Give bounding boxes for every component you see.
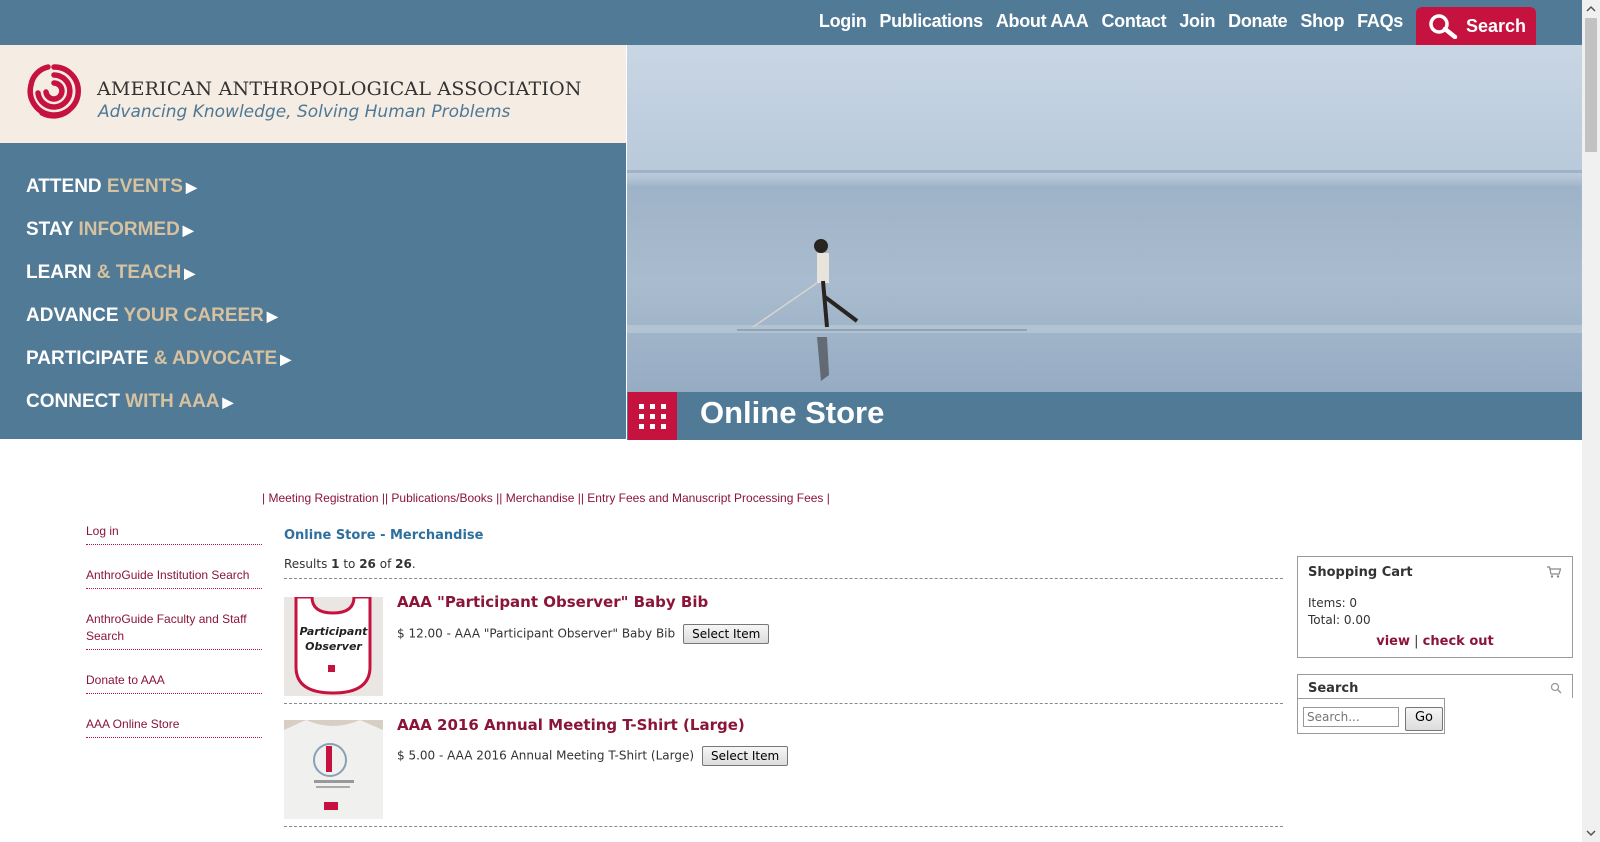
- search-form: Go: [1297, 698, 1445, 734]
- menu-item-accent: YOUR CAREER: [118, 305, 264, 326]
- menu-item-participate-advocate[interactable]: PARTICIPATE & ADVOCATE ▶: [26, 348, 291, 370]
- triangle-right-icon: ▶: [266, 308, 278, 324]
- nav-join-link[interactable]: Join: [1179, 11, 1215, 32]
- cart-separator: |: [1410, 634, 1423, 649]
- menu-item-connect[interactable]: CONNECT WITH AAA ▶: [26, 391, 233, 413]
- nav-publications-link[interactable]: Publications: [879, 11, 983, 32]
- cart-title: Shopping Cart: [1308, 565, 1413, 580]
- product-price-text: $ 12.00 - AAA "Participant Observer" Bab…: [397, 626, 676, 641]
- divider: [284, 826, 1283, 827]
- menu-item-main: ATTEND: [26, 176, 102, 197]
- results-to-word: to: [339, 557, 360, 571]
- scroll-down-arrow-icon[interactable]: [1582, 824, 1600, 842]
- page: Login Publications About AAA Contact Joi…: [0, 0, 1582, 842]
- sidebar-online-store-link[interactable]: AAA Online Store: [86, 716, 262, 738]
- nav-contact-link[interactable]: Contact: [1101, 11, 1166, 32]
- select-item-button[interactable]: Select Item: [683, 624, 770, 644]
- menu-item-accent: & TEACH: [91, 262, 182, 283]
- cart-total: Total: 0.00: [1308, 613, 1371, 627]
- search-icon: [1550, 682, 1562, 694]
- aaa-spiral-logo-icon: [27, 64, 81, 119]
- search-panel: Search: [1297, 674, 1573, 698]
- search-input[interactable]: [1303, 707, 1399, 727]
- cart-actions: view | check out: [1298, 634, 1572, 649]
- top-search-button[interactable]: Search: [1416, 7, 1536, 45]
- sidebar-faculty-search-link[interactable]: AnthroGuide Faculty and Staff Search: [86, 611, 262, 650]
- page-title: Online Store: [700, 395, 885, 430]
- vertical-scrollbar[interactable]: [1582, 0, 1600, 842]
- hero-photo: [627, 45, 1582, 440]
- logo-block[interactable]: AMERICAN ANTHROPOLOGICAL ASSOCIATION Adv…: [0, 45, 626, 143]
- cart-checkout-link[interactable]: check out: [1423, 634, 1494, 649]
- menu-item-main: CONNECT: [26, 391, 120, 412]
- scroll-up-arrow-icon[interactable]: [1582, 0, 1600, 18]
- logo-tagline: Advancing Knowledge, Solving Human Probl…: [98, 102, 511, 122]
- divider: [284, 703, 1283, 704]
- cart-icon[interactable]: [1546, 565, 1562, 579]
- results-from: 1: [331, 557, 340, 571]
- results-suffix: .: [411, 557, 416, 571]
- nav-login-link[interactable]: Login: [819, 11, 867, 32]
- nav-about-link[interactable]: About AAA: [996, 11, 1089, 32]
- menu-item-stay-informed[interactable]: STAY INFORMED ▶: [26, 219, 194, 241]
- section-heading: Online Store - Merchandise: [284, 528, 484, 543]
- triangle-right-icon: ▶: [280, 351, 292, 367]
- main-menu: ATTEND EVENTS ▶ STAY INFORMED ▶ LEARN & TE…: [0, 143, 626, 439]
- search-go-button[interactable]: Go: [1405, 707, 1443, 731]
- nav-donate-link[interactable]: Donate: [1228, 11, 1288, 32]
- menu-item-main: STAY: [26, 219, 74, 240]
- product-image-baby-bib[interactable]: Participant Observer: [284, 597, 383, 696]
- menu-item-accent: INFORMED: [73, 219, 180, 240]
- menu-item-main: ADVANCE: [26, 305, 119, 326]
- sidebar-login-link[interactable]: Log in: [86, 523, 262, 545]
- product-image-tshirt[interactable]: [284, 720, 383, 819]
- product-title-link[interactable]: AAA "Participant Observer" Baby Bib: [397, 593, 708, 611]
- shopping-cart-box: Shopping Cart Items: 0 Total: 0.00 view …: [1297, 556, 1573, 658]
- menu-item-accent: & ADVOCATE: [148, 348, 278, 369]
- logo-title: AMERICAN ANTHROPOLOGICAL ASSOCIATION: [97, 78, 582, 100]
- bib-print-line-2: Observer: [305, 640, 362, 653]
- nav-faqs-link[interactable]: FAQs: [1357, 11, 1403, 32]
- top-nav: Login Publications About AAA Contact Joi…: [819, 0, 1536, 45]
- cart-view-link[interactable]: view: [1376, 634, 1410, 649]
- sidebar-donate-link[interactable]: Donate to AAA: [86, 672, 262, 694]
- scrollbar-thumb[interactable]: [1585, 18, 1597, 152]
- cart-items-count: Items: 0: [1308, 596, 1358, 610]
- menu-item-accent: EVENTS: [101, 176, 183, 197]
- menu-item-attend-events[interactable]: ATTEND EVENTS ▶: [26, 176, 197, 198]
- menu-item-advance-career[interactable]: ADVANCE YOUR CAREER ▶: [26, 305, 278, 327]
- menu-item-main: LEARN: [26, 262, 92, 283]
- product-price-text: $ 5.00 - AAA 2016 Annual Meeting T-Shirt…: [397, 748, 695, 763]
- search-icon: [1429, 14, 1458, 39]
- select-item-button[interactable]: Select Item: [702, 746, 789, 766]
- sidebar-institution-search-link[interactable]: AnthroGuide Institution Search: [86, 567, 262, 589]
- search-button-label: Search: [1466, 15, 1527, 36]
- bib-print-line-1: Participant: [299, 625, 368, 638]
- results-count: Results 1 to 26 of 26.: [284, 557, 416, 571]
- triangle-right-icon: ▶: [185, 179, 197, 195]
- triangle-right-icon: ▶: [222, 394, 234, 410]
- top-bar: Login Publications About AAA Contact Joi…: [0, 0, 1582, 45]
- product-price-line: $ 12.00 - AAA "Participant Observer" Bab…: [397, 624, 770, 644]
- menu-item-learn-teach[interactable]: LEARN & TEACH ▶: [26, 262, 195, 284]
- results-to: 26: [359, 557, 376, 571]
- results-prefix: Results: [284, 557, 332, 571]
- nav-shop-link[interactable]: Shop: [1300, 11, 1344, 32]
- grid-menu-icon[interactable]: [628, 392, 677, 440]
- product-title-link[interactable]: AAA 2016 Annual Meeting T-Shirt (Large): [397, 716, 745, 734]
- results-total: 26: [395, 557, 412, 571]
- hero-image: [627, 45, 1582, 440]
- menu-item-accent: WITH AAA: [119, 391, 220, 412]
- divider: [284, 578, 1283, 579]
- triangle-right-icon: ▶: [182, 222, 194, 238]
- product-price-line: $ 5.00 - AAA 2016 Annual Meeting T-Shirt…: [397, 746, 789, 766]
- search-panel-title: Search: [1308, 681, 1359, 696]
- store-category-links[interactable]: | Meeting Registration || Publications/B…: [262, 491, 830, 505]
- menu-item-main: PARTICIPATE: [26, 348, 149, 369]
- triangle-right-icon: ▶: [184, 265, 195, 281]
- results-of-word: of: [375, 557, 396, 571]
